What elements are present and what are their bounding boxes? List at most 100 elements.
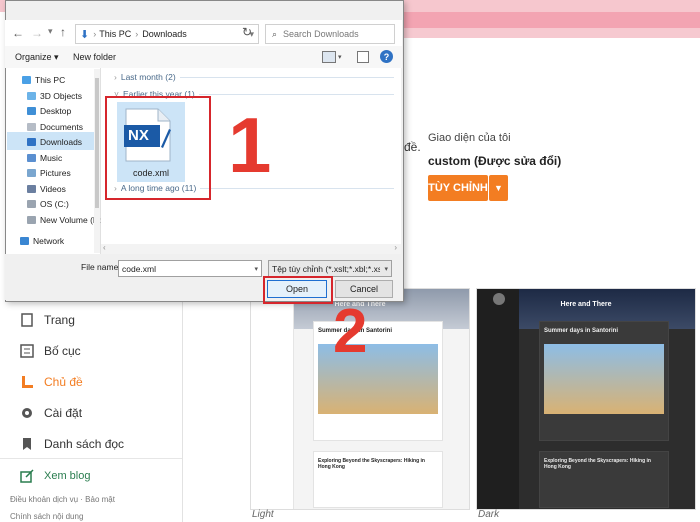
- drive-icon: [27, 216, 36, 224]
- preview-pane-icon[interactable]: [357, 51, 369, 63]
- nav-item-label: Bố cục: [44, 344, 81, 358]
- nav-separator: [182, 288, 183, 522]
- nav-item-reading-list[interactable]: Danh sách đọc: [20, 437, 124, 451]
- nav-item-theme[interactable]: Chủ đề: [20, 375, 83, 389]
- downloads-folder-icon: [27, 138, 36, 146]
- view-options-icon[interactable]: [322, 51, 336, 63]
- file-name-input[interactable]: code.xml ▾: [118, 260, 262, 277]
- chevron-right-icon: ›: [114, 72, 117, 82]
- drive-icon: [27, 200, 36, 208]
- annotation-step-2: 2: [333, 297, 368, 366]
- view-blog-link[interactable]: Xem blog: [20, 469, 90, 483]
- chevron-down-icon: ▼: [494, 183, 503, 193]
- chevron-down-icon[interactable]: ▾: [254, 265, 258, 273]
- annotation-box-file: [105, 96, 211, 200]
- file-type-value: Tệp tùy chỉnh (*.xslt;*.xbl;*.xsl;*.x: [272, 263, 380, 274]
- tree-item-videos[interactable]: Videos: [27, 184, 66, 194]
- file-name-field-label: File name:: [81, 262, 121, 272]
- search-icon: ⌕: [272, 28, 278, 39]
- dialog-toolbar: [5, 46, 402, 68]
- new-folder-button[interactable]: New folder: [73, 52, 116, 62]
- pc-icon: [22, 76, 31, 84]
- header-pink-band-light: [398, 28, 700, 38]
- layout-icon: [20, 344, 34, 358]
- forward-arrow-icon[interactable]: →: [31, 26, 43, 40]
- search-placeholder: Search Downloads: [283, 29, 359, 39]
- nav-item-layout[interactable]: Bố cục: [20, 344, 81, 358]
- thumbnail-post-title-2: Exploring Beyond the Skyscrapers: Hiking…: [318, 458, 425, 470]
- search-input[interactable]: ⌕ Search Downloads: [265, 24, 395, 44]
- thumbnail-sidebar: [251, 289, 294, 509]
- tree-item-network[interactable]: Network: [20, 236, 64, 246]
- documents-folder-icon: [27, 123, 36, 131]
- privacy-link[interactable]: Bảo mật: [85, 495, 115, 504]
- thumbnail-post-card-2: Exploring Beyond the Skyscrapers: Hiking…: [539, 451, 669, 508]
- file-list-hscrollbar[interactable]: ‹ ›: [101, 243, 401, 254]
- tree-item-downloads[interactable]: Downloads: [27, 137, 82, 147]
- refresh-icon[interactable]: ↻: [242, 25, 252, 39]
- nav-item-label: Chủ đề: [44, 375, 83, 389]
- settings-icon: [20, 406, 34, 420]
- theme-caption-light: Light: [252, 509, 274, 520]
- thumbnail-blog-title: Here and There: [560, 301, 612, 308]
- terms-link[interactable]: Điều khoản dịch vụ: [10, 495, 78, 504]
- theme-icon: [20, 375, 34, 389]
- videos-icon: [27, 185, 36, 193]
- thumbnail-post-card: Summer days in Santorini: [539, 321, 669, 441]
- file-name-value: code.xml: [122, 263, 157, 274]
- cancel-button[interactable]: Cancel: [335, 280, 393, 298]
- up-arrow-icon[interactable]: ↑: [60, 25, 66, 39]
- pictures-icon: [27, 169, 36, 177]
- chevron-down-icon[interactable]: ▾: [384, 265, 388, 273]
- tree-item-music[interactable]: Music: [27, 153, 62, 163]
- tree-item-new-volume-e[interactable]: New Volume (E:): [27, 215, 104, 225]
- annotation-step-1: 1: [228, 101, 272, 189]
- tree-scrollbar-thumb[interactable]: [95, 78, 99, 208]
- view-dropdown-icon[interactable]: ▾: [338, 53, 342, 61]
- content-policy-link[interactable]: Chính sách nội dung: [10, 512, 83, 521]
- scroll-right-icon[interactable]: ›: [394, 243, 397, 252]
- music-icon: [27, 154, 36, 162]
- thumbnail-post-card-2: Exploring Beyond the Skyscrapers: Hiking…: [313, 451, 443, 508]
- group-last-month[interactable]: › Last month (2): [114, 72, 394, 82]
- theme-name: custom (Được sửa đổi): [428, 154, 562, 168]
- theme-heading: Giao diện của tôi: [428, 132, 511, 144]
- desktop-folder-icon: [27, 107, 36, 115]
- tree-item-this-pc[interactable]: This PC: [22, 75, 65, 85]
- folder-3d-icon: [27, 92, 36, 100]
- tree-item-desktop[interactable]: Desktop: [27, 106, 71, 116]
- footer-links: Điều khoản dịch vụ · Bảo mật: [10, 495, 115, 504]
- thumbnail-post-title: Summer days in Santorini: [544, 328, 619, 334]
- network-icon: [20, 237, 29, 245]
- nav-item-label: Cài đặt: [44, 406, 83, 420]
- recent-dropdown-icon[interactable]: ▾: [48, 26, 53, 37]
- tree-item-3d-objects[interactable]: 3D Objects: [27, 91, 82, 101]
- help-icon[interactable]: ?: [380, 50, 393, 63]
- annotation-box-open: [263, 276, 333, 304]
- header-pink-band: [398, 12, 700, 28]
- file-type-select[interactable]: Tệp tùy chỉnh (*.xslt;*.xbl;*.xsl;*.x ▾: [268, 260, 392, 277]
- nav-item-pages[interactable]: Trang: [20, 313, 75, 327]
- pages-icon: [20, 313, 34, 327]
- download-arrow-icon: ⬇: [80, 28, 90, 41]
- nav-item-settings[interactable]: Cài đặt: [20, 406, 82, 420]
- customize-button[interactable]: TÙY CHỈNH: [428, 175, 488, 201]
- back-arrow-icon[interactable]: ←: [12, 26, 24, 40]
- breadcrumb-this-pc[interactable]: This PC: [99, 29, 131, 39]
- tree-item-os-c[interactable]: OS (C:): [27, 199, 69, 209]
- scroll-left-icon[interactable]: ‹: [103, 243, 106, 252]
- tree-item-pictures[interactable]: Pictures: [27, 168, 71, 178]
- breadcrumb-downloads[interactable]: Downloads: [142, 29, 187, 39]
- nav-divider: [0, 458, 182, 459]
- customize-dropdown-button[interactable]: ▼: [489, 175, 508, 201]
- peek-text: đề.: [404, 140, 421, 154]
- address-bar[interactable]: ⬇ › This PC › Downloads ▾: [75, 24, 259, 44]
- tree-item-documents[interactable]: Documents: [27, 122, 83, 132]
- nav-item-label: Trang: [44, 313, 75, 327]
- thumbnail-sidebar: [477, 289, 519, 509]
- santorini-image: [544, 344, 664, 414]
- theme-thumbnail-dark[interactable]: Here and There Summer days in Santorini …: [476, 288, 696, 510]
- theme-caption-dark: Dark: [478, 509, 500, 520]
- organize-button[interactable]: Organize ▾: [15, 52, 59, 63]
- external-link-icon: [20, 469, 34, 483]
